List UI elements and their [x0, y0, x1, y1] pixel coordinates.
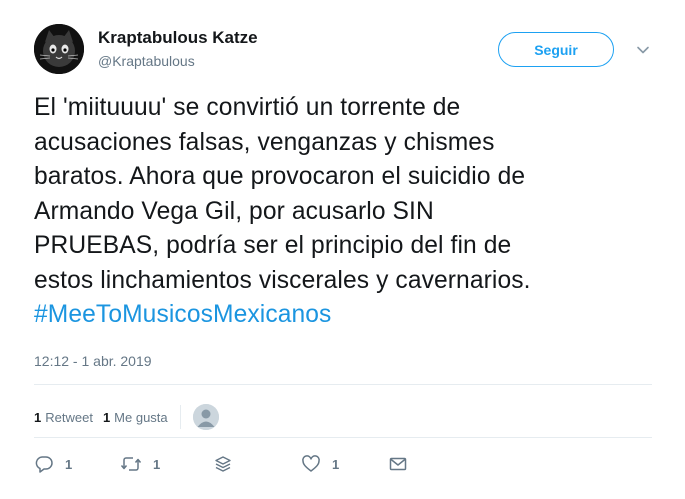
divider — [34, 384, 652, 385]
like-button[interactable]: 1 — [301, 453, 339, 475]
retweets-label: Retweet — [45, 409, 93, 425]
author-avatar[interactable] — [34, 24, 84, 74]
layers-icon — [215, 456, 231, 472]
liker-avatar[interactable] — [192, 404, 219, 430]
hashtag-link[interactable]: #MeeToMusicosMexicanos — [34, 298, 674, 333]
chevron-down-icon[interactable] — [636, 43, 650, 57]
retweet-button[interactable]: 1 — [120, 453, 160, 475]
envelope-icon — [389, 457, 407, 471]
reply-button[interactable]: 1 — [34, 453, 72, 475]
cat-face-avatar-icon — [34, 24, 84, 74]
author-display-name[interactable]: Kraptabulous Katze — [98, 28, 258, 48]
like-count: 1 — [332, 456, 340, 472]
tweet-text-line: estos linchamientos viscerales y caverna… — [34, 266, 531, 294]
retweet-count: 1 — [153, 456, 161, 472]
tweet-text-line: El 'miituuuu' se convirtió un torrente d… — [34, 94, 461, 121]
stats-separator — [179, 405, 181, 429]
tweet-text-line: acusaciones falsas, venganzas y chismes — [34, 128, 495, 156]
retweet-icon — [120, 457, 142, 471]
tweet-card: Kraptabulous Katze @Kraptabulous Seguir … — [0, 0, 685, 499]
follow-button[interactable]: Seguir — [498, 32, 614, 67]
reply-count: 1 — [65, 456, 73, 472]
retweets-stat[interactable]: 1 Retweet — [34, 410, 93, 425]
default-user-icon — [192, 404, 219, 430]
tweet-text-line: Armando Vega Gil, por acusarlo SIN — [34, 197, 434, 225]
likes-count: 1 — [102, 409, 111, 425]
reply-icon — [35, 456, 53, 473]
divider — [34, 437, 652, 438]
direct-message-button[interactable] — [388, 453, 408, 475]
tweet-actions: 1 1 1 — [34, 453, 434, 475]
tweet-stats: 1 Retweet 1 Me gusta — [34, 404, 219, 430]
heart-icon — [302, 455, 320, 472]
tweet-timestamp[interactable]: 12:12 - 1 abr. 2019 — [34, 353, 152, 369]
retweets-count: 1 — [34, 409, 42, 425]
layers-button[interactable] — [214, 453, 232, 475]
likes-stat[interactable]: 1 Me gusta — [103, 410, 168, 425]
tweet-text-line: baratos. Ahora que provocaron el suicidi… — [34, 163, 526, 190]
tweet-text: El 'miituuuu' se convirtió un torrente d… — [34, 91, 674, 333]
author-handle[interactable]: @Kraptabulous — [98, 53, 195, 69]
likes-label: Me gusta — [114, 409, 168, 425]
tweet-text-line: PRUEBAS, podría ser el principio del fin… — [34, 232, 512, 259]
